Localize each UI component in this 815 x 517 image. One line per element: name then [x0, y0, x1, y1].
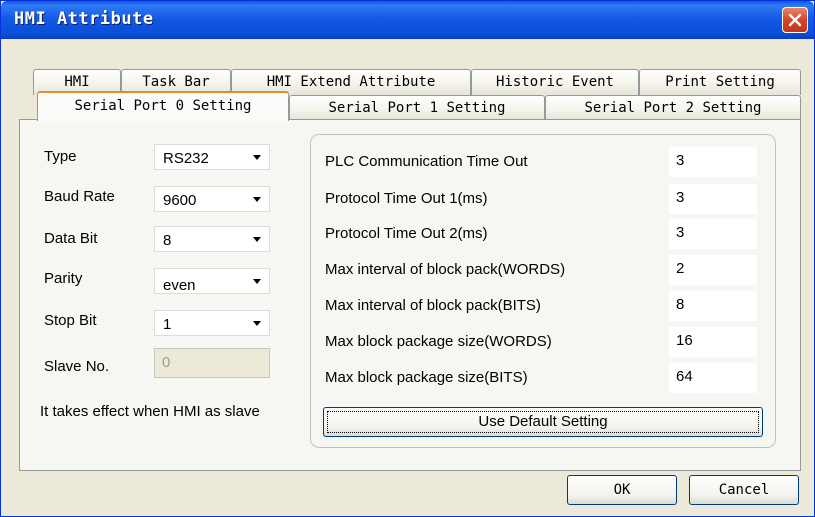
cancel-label: Cancel	[718, 482, 770, 498]
type-value: RS232	[163, 150, 209, 167]
dropdown-arrow-icon[interactable]	[247, 147, 267, 167]
baud-rate-value: 9600	[163, 192, 197, 209]
stop-bit-select[interactable]: 1	[154, 310, 270, 336]
focus-outline	[327, 411, 759, 433]
data-bit-label: Data Bit	[44, 230, 98, 247]
setting-label: Protocol Time Out 2(ms)	[325, 225, 488, 242]
dropdown-arrow-icon[interactable]	[247, 271, 267, 291]
tab-historic-event[interactable]: Historic Event	[471, 69, 639, 95]
protocol-timeout-2-input[interactable]: 3	[669, 219, 757, 249]
parity-label: Parity	[44, 270, 83, 287]
close-icon	[788, 13, 802, 27]
setting-label: Max interval of block pack(WORDS)	[325, 261, 566, 278]
window-title: HMI Attribute	[14, 9, 154, 29]
max-interval-bits-input[interactable]: 8	[669, 291, 757, 321]
dialog-window: HMI Attribute HMI Task Bar HMI Extend At…	[0, 0, 815, 517]
baud-rate-select[interactable]: 9600	[154, 186, 270, 212]
tab-print-setting[interactable]: Print Setting	[639, 69, 801, 95]
type-label: Type	[44, 148, 77, 165]
stop-bit-value: 1	[163, 316, 172, 333]
use-default-setting-button[interactable]: Use Default Setting	[323, 407, 763, 437]
timing-settings-group: PLC Communication Time Out 3 Protocol Ti…	[310, 134, 776, 448]
serial-port-0-panel: Type RS232 Baud Rate 9600 Data Bit 8 Par…	[19, 119, 801, 471]
slave-note: It takes effect when HMI as slave	[40, 403, 260, 420]
data-bit-select[interactable]: 8	[154, 226, 270, 252]
slave-no-value: 0	[162, 354, 171, 371]
setting-label: Max block package size(WORDS)	[325, 333, 552, 350]
dropdown-arrow-icon[interactable]	[247, 189, 267, 209]
slave-no-label: Slave No.	[44, 358, 110, 375]
plc-timeout-input[interactable]: 3	[669, 147, 757, 177]
ok-label: OK	[613, 482, 631, 498]
setting-label: PLC Communication Time Out	[325, 153, 528, 170]
dropdown-arrow-icon[interactable]	[247, 313, 267, 333]
setting-label: Protocol Time Out 1(ms)	[325, 190, 488, 207]
max-block-words-input[interactable]: 16	[669, 327, 757, 357]
max-interval-words-input[interactable]: 2	[669, 255, 757, 285]
tab-serial-port-0[interactable]: Serial Port 0 Setting	[37, 91, 289, 121]
cancel-button[interactable]: Cancel	[689, 475, 799, 505]
parity-select[interactable]: even	[154, 268, 270, 294]
title-bar[interactable]: HMI Attribute	[1, 1, 814, 39]
stop-bit-label: Stop Bit	[44, 312, 97, 329]
setting-label: Max interval of block pack(BITS)	[325, 297, 541, 314]
close-button[interactable]	[782, 7, 808, 33]
type-select[interactable]: RS232	[154, 144, 270, 170]
tab-serial-port-2[interactable]: Serial Port 2 Setting	[545, 95, 801, 121]
ok-button[interactable]: OK	[567, 475, 677, 505]
data-bit-value: 8	[163, 232, 172, 249]
parity-value: even	[163, 277, 196, 294]
protocol-timeout-1-input[interactable]: 3	[669, 184, 757, 214]
baud-rate-label: Baud Rate	[44, 188, 115, 205]
dropdown-arrow-icon[interactable]	[247, 229, 267, 249]
setting-label: Max block package size(BITS)	[325, 369, 528, 386]
dialog-body: HMI Task Bar HMI Extend Attribute Histor…	[5, 39, 810, 514]
slave-no-field: 0	[154, 348, 270, 378]
tab-serial-port-1[interactable]: Serial Port 1 Setting	[289, 95, 545, 121]
max-block-bits-input[interactable]: 64	[669, 363, 757, 393]
